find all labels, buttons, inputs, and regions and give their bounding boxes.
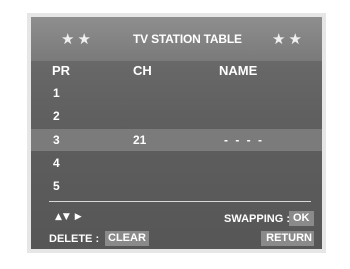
title-bar: ★★ TV STATION TABLE ★★ <box>31 17 322 61</box>
star-decoration-left: ★★ <box>61 30 94 48</box>
navigation-arrows-icon: ▲▼ ▶ <box>55 212 83 222</box>
program-number: 3 <box>53 133 60 147</box>
station-row-1[interactable]: 1 <box>31 82 322 104</box>
star-decoration-right: ★★ <box>272 30 305 48</box>
ok-button[interactable]: OK <box>289 211 314 226</box>
column-header-pr: PR <box>52 63 71 78</box>
column-header-ch: CH <box>133 63 152 78</box>
swapping-label: SWAPPING : <box>224 213 291 225</box>
station-row-4[interactable]: 4 <box>31 152 322 174</box>
page-title: TV STATION TABLE <box>133 32 242 46</box>
program-number: 5 <box>53 179 60 193</box>
footer-divider <box>49 201 311 202</box>
station-row-3[interactable]: 3 21 - - - - <box>31 129 322 151</box>
tv-station-table-panel: ★★ TV STATION TABLE ★★ PR CH NAME 1 2 3 … <box>31 17 322 249</box>
return-button[interactable]: RETURN <box>261 231 314 246</box>
program-number: 1 <box>53 86 60 100</box>
channel-number: 21 <box>133 133 147 147</box>
program-number: 4 <box>53 156 60 170</box>
station-row-5[interactable]: 5 <box>31 175 322 197</box>
clear-button[interactable]: CLEAR <box>105 231 149 246</box>
station-row-2[interactable]: 2 <box>31 105 322 127</box>
delete-label: DELETE : <box>49 233 100 245</box>
station-name: - - - - <box>224 133 264 147</box>
program-number: 2 <box>53 109 60 123</box>
column-header-name: NAME <box>219 63 258 78</box>
